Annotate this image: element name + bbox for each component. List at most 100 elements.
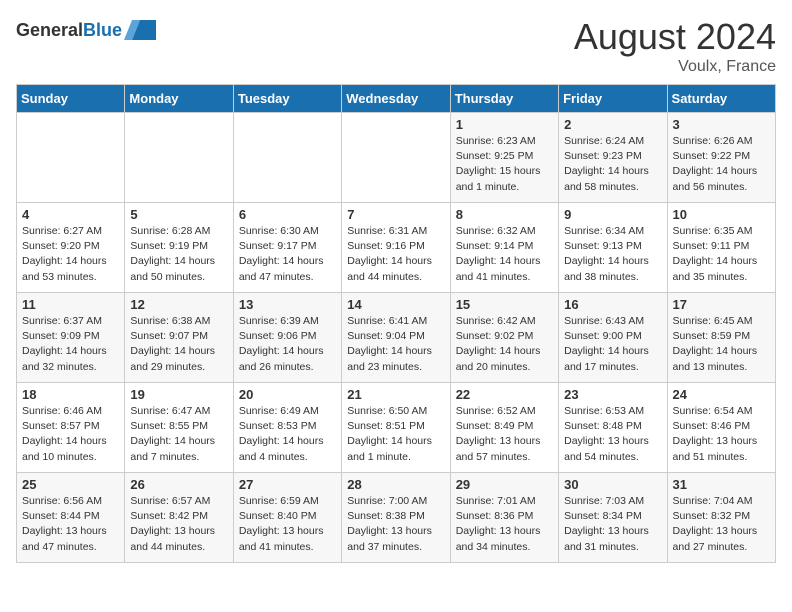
day-number: 22 bbox=[456, 387, 553, 402]
day-number: 24 bbox=[673, 387, 770, 402]
calendar-cell: 22 Sunrise: 6:52 AM Sunset: 8:49 PM Dayli… bbox=[450, 383, 558, 473]
day-info: Sunrise: 6:50 AM Sunset: 8:51 PM Dayligh… bbox=[347, 404, 444, 465]
day-number: 18 bbox=[22, 387, 119, 402]
day-number: 25 bbox=[22, 477, 119, 492]
day-number: 2 bbox=[564, 117, 661, 132]
header-saturday: Saturday bbox=[667, 85, 775, 113]
calendar-cell: 9 Sunrise: 6:34 AM Sunset: 9:13 PM Daylig… bbox=[559, 203, 667, 293]
day-info: Sunrise: 6:39 AM Sunset: 9:06 PM Dayligh… bbox=[239, 314, 336, 375]
header-wednesday: Wednesday bbox=[342, 85, 450, 113]
day-number: 19 bbox=[130, 387, 227, 402]
calendar-cell: 19 Sunrise: 6:47 AM Sunset: 8:55 PM Dayli… bbox=[125, 383, 233, 473]
calendar-week-0: 1 Sunrise: 6:23 AM Sunset: 9:25 PM Daylig… bbox=[17, 113, 776, 203]
day-info: Sunrise: 6:37 AM Sunset: 9:09 PM Dayligh… bbox=[22, 314, 119, 375]
day-number: 27 bbox=[239, 477, 336, 492]
calendar-cell: 25 Sunrise: 6:56 AM Sunset: 8:44 PM Dayli… bbox=[17, 473, 125, 563]
day-number: 4 bbox=[22, 207, 119, 222]
day-number: 1 bbox=[456, 117, 553, 132]
day-info: Sunrise: 6:53 AM Sunset: 8:48 PM Dayligh… bbox=[564, 404, 661, 465]
calendar-cell: 18 Sunrise: 6:46 AM Sunset: 8:57 PM Dayli… bbox=[17, 383, 125, 473]
day-info: Sunrise: 6:31 AM Sunset: 9:16 PM Dayligh… bbox=[347, 224, 444, 285]
day-info: Sunrise: 6:34 AM Sunset: 9:13 PM Dayligh… bbox=[564, 224, 661, 285]
day-info: Sunrise: 6:45 AM Sunset: 8:59 PM Dayligh… bbox=[673, 314, 770, 375]
calendar-header-row: SundayMondayTuesdayWednesdayThursdayFrid… bbox=[17, 85, 776, 113]
calendar-cell: 14 Sunrise: 6:41 AM Sunset: 9:04 PM Dayli… bbox=[342, 293, 450, 383]
day-number: 28 bbox=[347, 477, 444, 492]
day-info: Sunrise: 6:54 AM Sunset: 8:46 PM Dayligh… bbox=[673, 404, 770, 465]
day-number: 31 bbox=[673, 477, 770, 492]
month-year: August 2024 bbox=[574, 16, 776, 58]
day-info: Sunrise: 6:52 AM Sunset: 8:49 PM Dayligh… bbox=[456, 404, 553, 465]
day-number: 8 bbox=[456, 207, 553, 222]
page-header: GeneralBlue August 2024 Voulx, France bbox=[16, 16, 776, 76]
calendar-cell: 13Sunrise: 6:39 AM Sunset: 9:06 PM Dayli… bbox=[233, 293, 341, 383]
day-info: Sunrise: 6:38 AM Sunset: 9:07 PM Dayligh… bbox=[130, 314, 227, 375]
calendar-cell: 26Sunrise: 6:57 AM Sunset: 8:42 PM Dayli… bbox=[125, 473, 233, 563]
day-info: Sunrise: 6:49 AM Sunset: 8:53 PM Dayligh… bbox=[239, 404, 336, 465]
day-info: Sunrise: 6:26 AM Sunset: 9:22 PM Dayligh… bbox=[673, 134, 770, 195]
calendar-cell: 7Sunrise: 6:31 AM Sunset: 9:16 PM Daylig… bbox=[342, 203, 450, 293]
day-info: Sunrise: 6:47 AM Sunset: 8:55 PM Dayligh… bbox=[130, 404, 227, 465]
day-number: 14 bbox=[347, 297, 444, 312]
day-info: Sunrise: 6:30 AM Sunset: 9:17 PM Dayligh… bbox=[239, 224, 336, 285]
day-info: Sunrise: 6:59 AM Sunset: 8:40 PM Dayligh… bbox=[239, 494, 336, 555]
day-number: 29 bbox=[456, 477, 553, 492]
calendar-week-2: 11Sunrise: 6:37 AM Sunset: 9:09 PM Dayli… bbox=[17, 293, 776, 383]
day-info: Sunrise: 6:46 AM Sunset: 8:57 PM Dayligh… bbox=[22, 404, 119, 465]
day-info: Sunrise: 6:41 AM Sunset: 9:04 PM Dayligh… bbox=[347, 314, 444, 375]
day-info: Sunrise: 6:32 AM Sunset: 9:14 PM Dayligh… bbox=[456, 224, 553, 285]
calendar-week-3: 18 Sunrise: 6:46 AM Sunset: 8:57 PM Dayli… bbox=[17, 383, 776, 473]
header-sunday: Sunday bbox=[17, 85, 125, 113]
calendar-cell: 28 Sunrise: 7:00 AM Sunset: 8:38 PM Dayli… bbox=[342, 473, 450, 563]
header-friday: Friday bbox=[559, 85, 667, 113]
day-number: 17 bbox=[673, 297, 770, 312]
day-number: 9 bbox=[564, 207, 661, 222]
day-info: Sunrise: 6:43 AM Sunset: 9:00 PM Dayligh… bbox=[564, 314, 661, 375]
calendar-cell: 31 Sunrise: 7:04 AM Sunset: 8:32 PM Dayli… bbox=[667, 473, 775, 563]
calendar-cell: 29Sunrise: 7:01 AM Sunset: 8:36 PM Dayli… bbox=[450, 473, 558, 563]
day-info: Sunrise: 6:42 AM Sunset: 9:02 PM Dayligh… bbox=[456, 314, 553, 375]
calendar-cell bbox=[17, 113, 125, 203]
day-number: 15 bbox=[456, 297, 553, 312]
day-info: Sunrise: 7:00 AM Sunset: 8:38 PM Dayligh… bbox=[347, 494, 444, 555]
calendar-cell: 15 Sunrise: 6:42 AM Sunset: 9:02 PM Dayli… bbox=[450, 293, 558, 383]
day-info: Sunrise: 6:27 AM Sunset: 9:20 PM Dayligh… bbox=[22, 224, 119, 285]
calendar-cell: 27 Sunrise: 6:59 AM Sunset: 8:40 PM Dayli… bbox=[233, 473, 341, 563]
calendar-table: SundayMondayTuesdayWednesdayThursdayFrid… bbox=[16, 84, 776, 563]
calendar-cell: 6 Sunrise: 6:30 AM Sunset: 9:17 PM Daylig… bbox=[233, 203, 341, 293]
day-number: 12 bbox=[130, 297, 227, 312]
logo-blue: Blue bbox=[83, 20, 122, 40]
calendar-cell: 8 Sunrise: 6:32 AM Sunset: 9:14 PM Daylig… bbox=[450, 203, 558, 293]
day-info: Sunrise: 6:56 AM Sunset: 8:44 PM Dayligh… bbox=[22, 494, 119, 555]
day-number: 20 bbox=[239, 387, 336, 402]
title-section: August 2024 Voulx, France bbox=[574, 16, 776, 76]
day-info: Sunrise: 7:04 AM Sunset: 8:32 PM Dayligh… bbox=[673, 494, 770, 555]
logo: GeneralBlue bbox=[16, 16, 156, 44]
logo-icon bbox=[124, 16, 156, 44]
calendar-cell bbox=[233, 113, 341, 203]
day-number: 16 bbox=[564, 297, 661, 312]
header-thursday: Thursday bbox=[450, 85, 558, 113]
calendar-cell: 4 Sunrise: 6:27 AM Sunset: 9:20 PM Daylig… bbox=[17, 203, 125, 293]
day-info: Sunrise: 6:23 AM Sunset: 9:25 PM Dayligh… bbox=[456, 134, 553, 195]
header-tuesday: Tuesday bbox=[233, 85, 341, 113]
calendar-cell bbox=[125, 113, 233, 203]
calendar-cell: 20 Sunrise: 6:49 AM Sunset: 8:53 PM Dayli… bbox=[233, 383, 341, 473]
calendar-cell: 17 Sunrise: 6:45 AM Sunset: 8:59 PM Dayli… bbox=[667, 293, 775, 383]
day-info: Sunrise: 6:57 AM Sunset: 8:42 PM Dayligh… bbox=[130, 494, 227, 555]
calendar-cell: 16 Sunrise: 6:43 AM Sunset: 9:00 PM Dayli… bbox=[559, 293, 667, 383]
day-number: 30 bbox=[564, 477, 661, 492]
calendar-cell: 30 Sunrise: 7:03 AM Sunset: 8:34 PM Dayli… bbox=[559, 473, 667, 563]
day-info: Sunrise: 7:03 AM Sunset: 8:34 PM Dayligh… bbox=[564, 494, 661, 555]
location: Voulx, France bbox=[574, 58, 776, 76]
calendar-cell: 3Sunrise: 6:26 AM Sunset: 9:22 PM Daylig… bbox=[667, 113, 775, 203]
day-number: 23 bbox=[564, 387, 661, 402]
day-number: 5 bbox=[130, 207, 227, 222]
day-number: 6 bbox=[239, 207, 336, 222]
calendar-cell bbox=[342, 113, 450, 203]
calendar-cell: 23 Sunrise: 6:53 AM Sunset: 8:48 PM Dayli… bbox=[559, 383, 667, 473]
calendar-cell: 24 Sunrise: 6:54 AM Sunset: 8:46 PM Dayli… bbox=[667, 383, 775, 473]
logo-text: GeneralBlue bbox=[16, 20, 122, 41]
calendar-week-4: 25 Sunrise: 6:56 AM Sunset: 8:44 PM Dayli… bbox=[17, 473, 776, 563]
day-number: 10 bbox=[673, 207, 770, 222]
